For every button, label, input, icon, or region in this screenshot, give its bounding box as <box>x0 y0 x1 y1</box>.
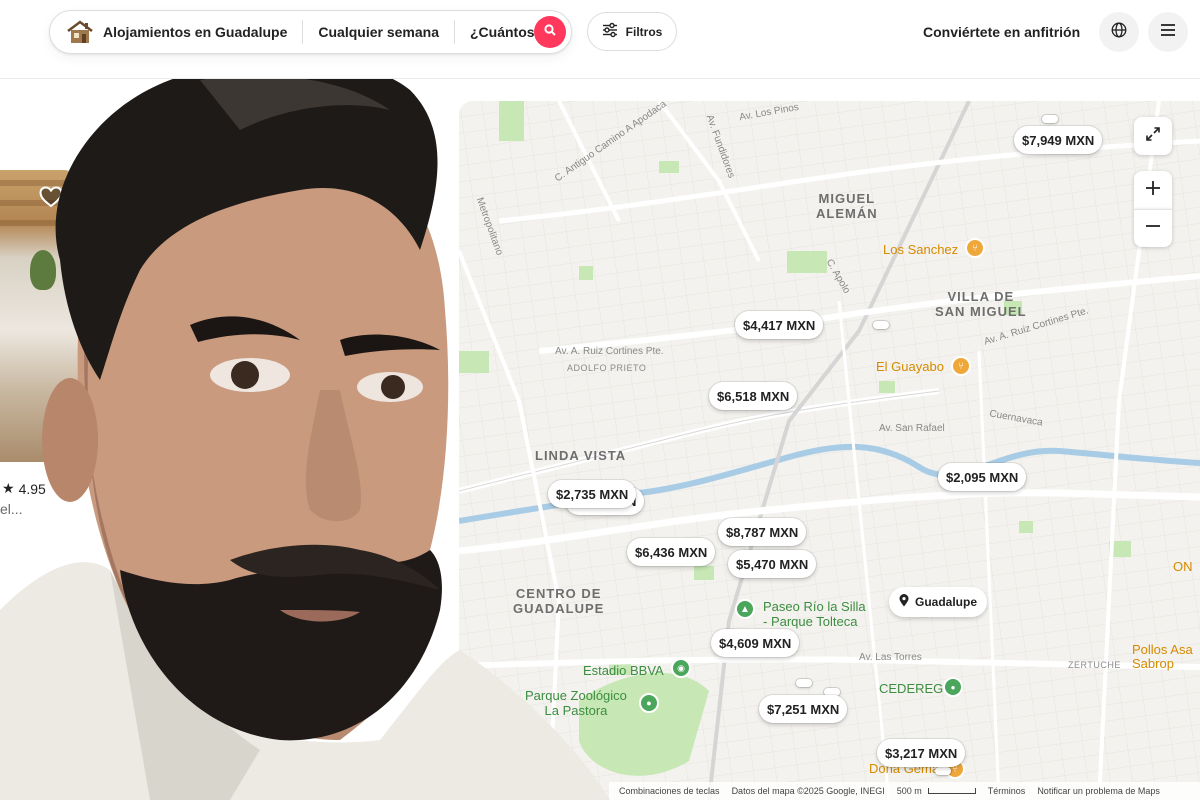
area-label-miguel-aleman: MIGUEL ALEMÁN <box>816 191 878 221</box>
mini-listing-pin[interactable] <box>935 767 951 775</box>
filters-button[interactable]: Filtros <box>587 12 677 51</box>
scale-label: 500 m <box>896 786 922 796</box>
poi-label-pollos-asados[interactable]: Pollos Asa Sabrop <box>1132 643 1193 671</box>
poi-label-los-sanchez[interactable]: Los Sanchez <box>883 242 958 257</box>
minus-icon <box>1145 218 1161 239</box>
search-button[interactable] <box>534 16 566 48</box>
search-bar[interactable]: Alojamientos en Guadalupe Cualquier sema… <box>49 10 572 54</box>
area-label-zertuche: ZERTUCHE <box>1068 660 1121 670</box>
price-pin[interactable]: $7,251 MXN <box>759 695 848 723</box>
iris-left <box>231 361 259 389</box>
poi-label-paseo-rio-la-silla[interactable]: Paseo Río la Silla - Parque Tolteca <box>763 599 866 629</box>
language-button[interactable] <box>1099 12 1139 52</box>
map-footer: Combinaciones de teclas Datos del mapa ©… <box>609 782 1200 800</box>
search-icon <box>544 23 556 41</box>
poi-label-cedereg[interactable]: CEDEREG <box>879 681 943 696</box>
terms-link[interactable]: Términos <box>988 786 1026 796</box>
street-label-las-torres: Av. Las Torres <box>859 652 922 663</box>
price-pin[interactable]: $4,609 MXN <box>711 629 800 657</box>
location-field[interactable]: Alojamientos en Guadalupe <box>103 24 287 40</box>
expand-icon <box>1145 126 1161 147</box>
tree-glyph: ▲ <box>740 603 750 615</box>
price-pin[interactable]: $8,787 MXN <box>718 518 807 546</box>
price-pin[interactable]: $6,518 MXN <box>709 382 798 410</box>
zoo-icon[interactable]: ● <box>639 693 659 713</box>
price-pin[interactable]: $7,949 MXN <box>1014 126 1103 154</box>
fork-glyph: ⑂ <box>958 360 964 372</box>
globe-icon <box>1111 22 1127 43</box>
divider <box>453 20 455 44</box>
area-text: MIGUEL ALEMÁN <box>816 191 878 221</box>
map-data-text: Datos del mapa ©2025 Google, INEGI <box>731 786 885 796</box>
dot-glyph: ● <box>950 682 956 692</box>
scale-bar <box>927 788 976 794</box>
price-pin[interactable]: $2,095 MXN <box>938 463 1027 491</box>
guadalupe-label: Guadalupe <box>915 595 978 609</box>
restaurant-icon[interactable]: ⑂ <box>951 356 971 376</box>
zoom-out-button[interactable] <box>1134 209 1172 247</box>
plus-icon <box>1145 180 1161 201</box>
become-host-link[interactable]: Conviértete en anfitrión <box>911 21 1092 43</box>
area-text: VILLA DE SAN MIGUEL <box>935 289 1027 319</box>
expand-map-button[interactable] <box>1134 117 1172 155</box>
dates-field[interactable]: Cualquier semana <box>318 24 439 40</box>
stadium-icon[interactable]: ◉ <box>671 658 691 678</box>
sliders-icon <box>602 22 618 41</box>
street-label-san-rafael: Av. San Rafael <box>879 423 945 434</box>
area-label-villa-de-san-miguel: VILLA DE SAN MIGUEL <box>935 289 1027 319</box>
fork-glyph: ⑂ <box>972 242 978 254</box>
hamburger-icon <box>1160 23 1176 42</box>
mini-listing-pin[interactable] <box>796 679 812 687</box>
guadalupe-location-pin[interactable]: Guadalupe <box>889 587 988 617</box>
report-problem-link[interactable]: Notificar un problema de Maps <box>1037 786 1160 796</box>
paw-glyph: ● <box>646 698 652 708</box>
iris-right <box>381 375 405 399</box>
price-pin[interactable]: $5,470 MXN <box>728 550 817 578</box>
zoom-in-button[interactable] <box>1134 171 1172 209</box>
house-icon <box>65 19 95 45</box>
park-icon[interactable]: ▲ <box>735 599 755 619</box>
location-icon[interactable]: ● <box>943 677 963 697</box>
restaurant-icon[interactable]: ⑂ <box>965 238 985 258</box>
mini-listing-pin[interactable] <box>1042 115 1058 123</box>
poi-label-el-guayabo[interactable]: El Guayabo <box>876 359 944 374</box>
mini-listing-pin[interactable] <box>873 321 889 329</box>
price-pin[interactable]: $4,417 MXN <box>735 311 824 339</box>
poi-label-fragment: ON <box>1173 559 1193 574</box>
price-pin[interactable]: $3,217 MXN <box>877 739 966 767</box>
person-ear <box>42 378 98 502</box>
divider <box>302 20 304 44</box>
keyboard-shortcuts-link[interactable]: Combinaciones de teclas <box>619 786 720 796</box>
person-photo-overlay <box>0 58 610 800</box>
top-header: Alojamientos en Guadalupe Cualquier sema… <box>0 0 1200 79</box>
menu-button[interactable] <box>1148 12 1188 52</box>
guests-field[interactable]: ¿Cuántos? <box>470 24 543 40</box>
filters-label: Filtros <box>625 24 663 39</box>
price-pin[interactable]: $6,436 MXN <box>627 538 716 566</box>
map-pin-icon <box>899 594 909 610</box>
stadium-glyph: ◉ <box>677 662 685 673</box>
